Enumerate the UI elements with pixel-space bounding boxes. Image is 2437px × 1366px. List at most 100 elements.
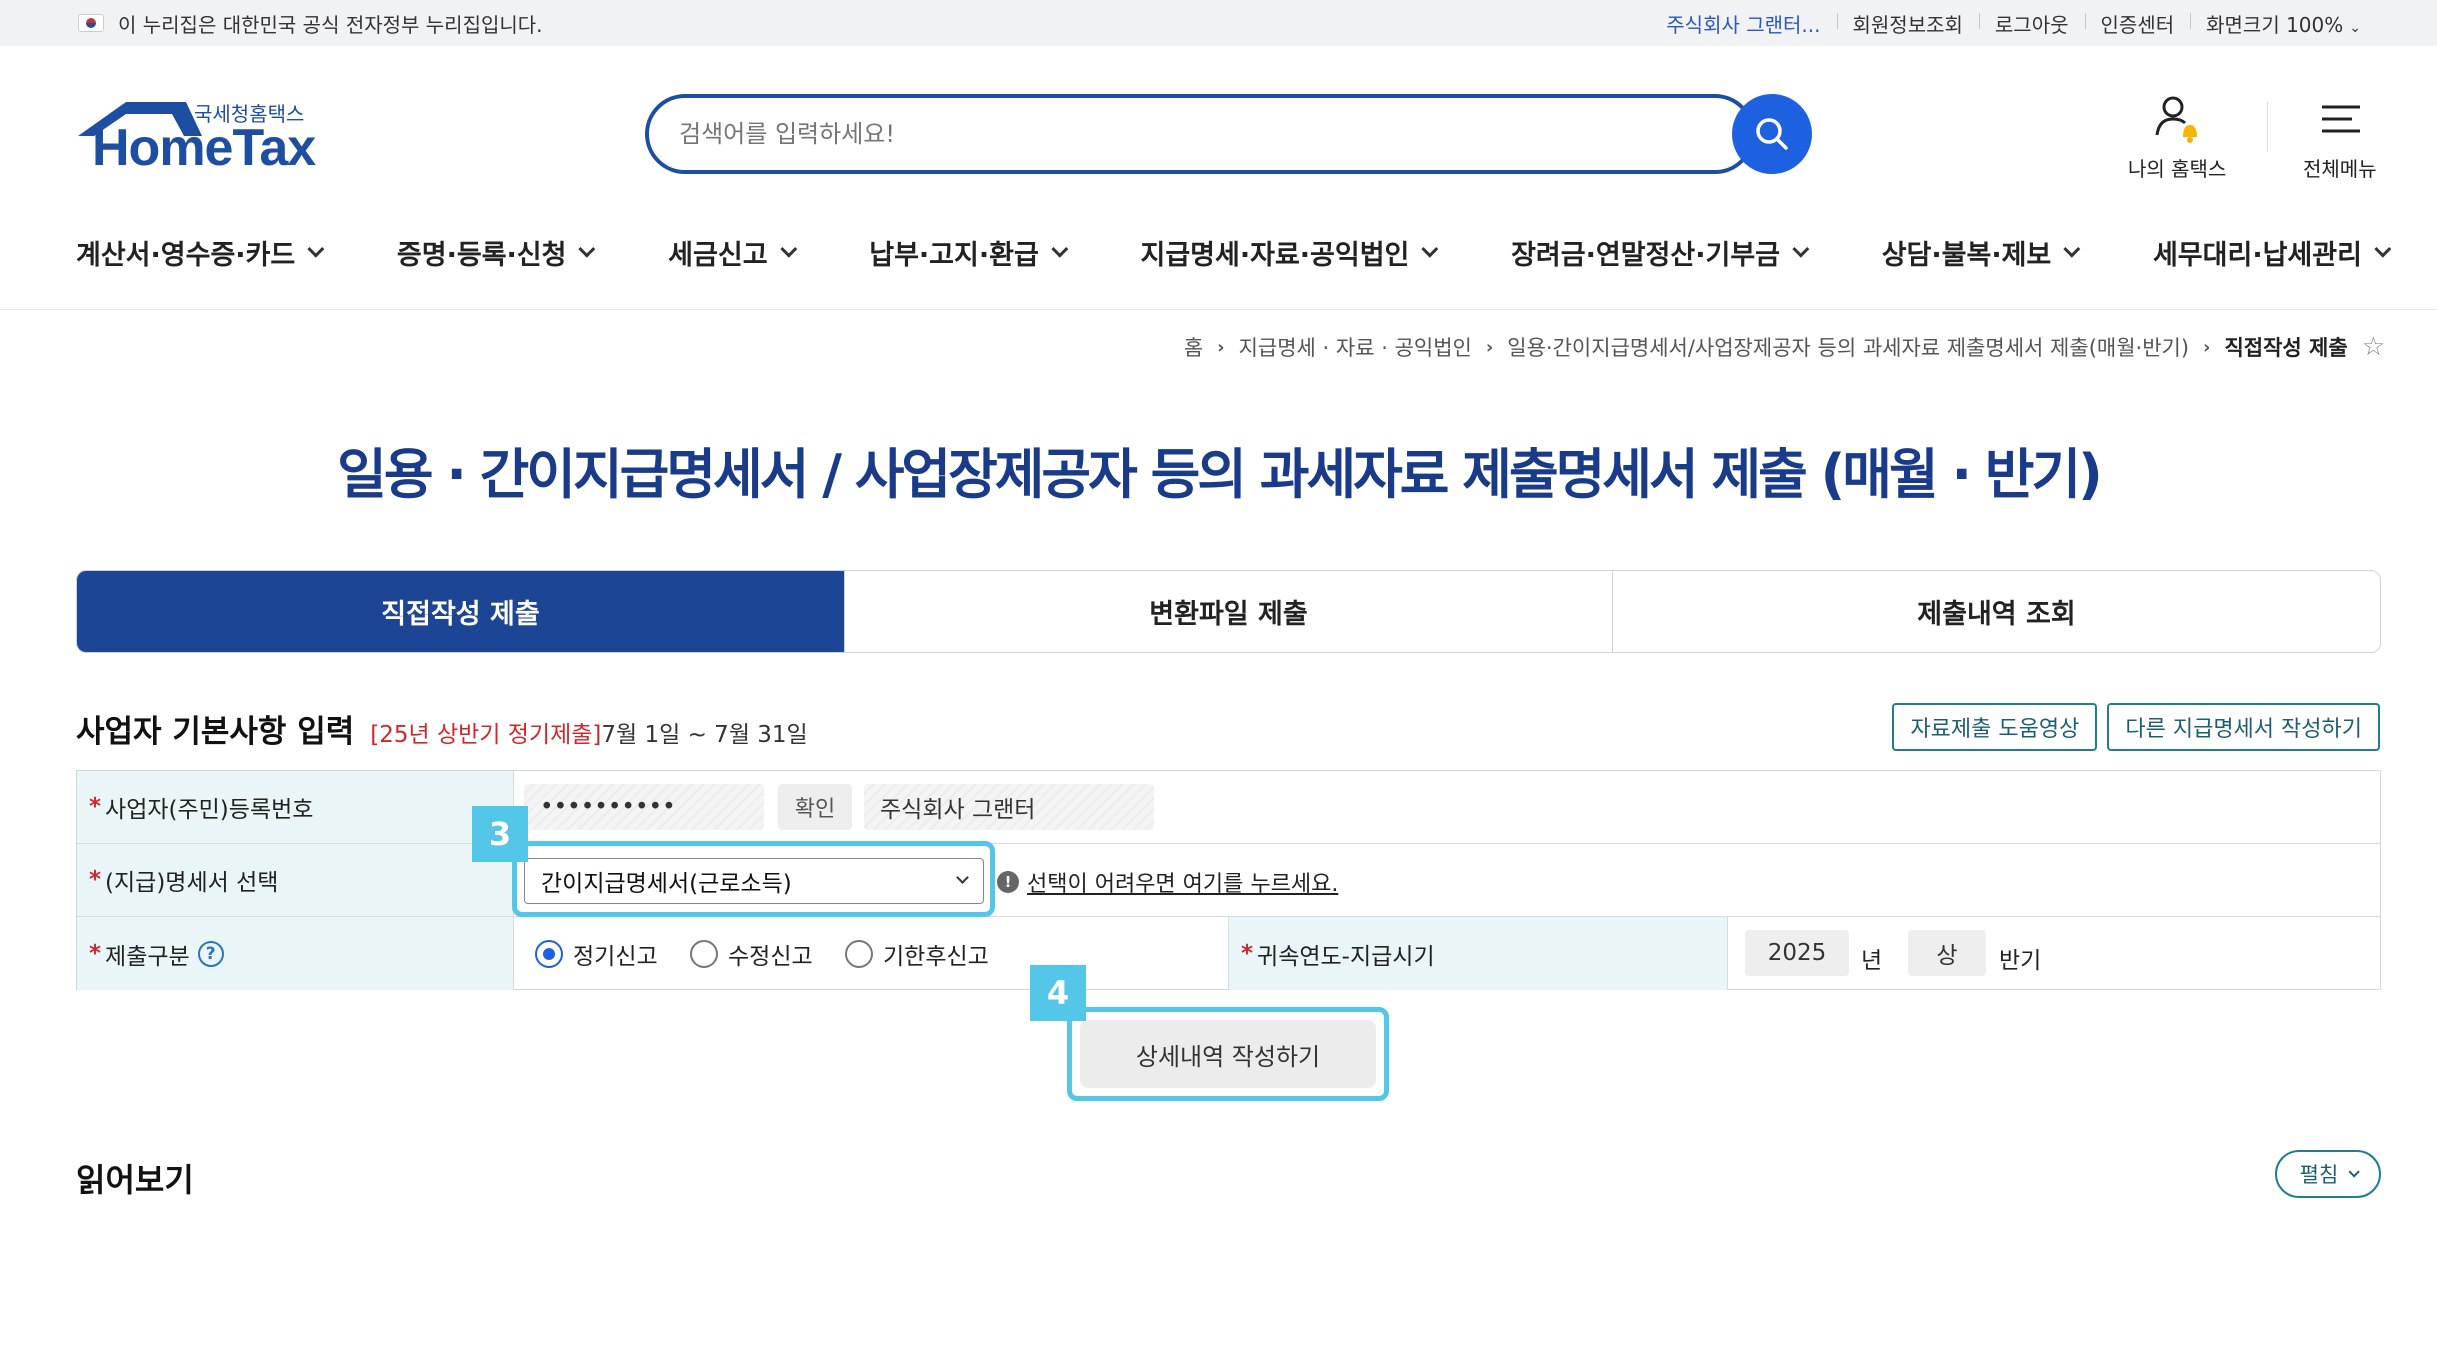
company-name-field: 주식회사 그랜터 — [864, 784, 1154, 830]
year-unit: 년 — [1861, 948, 1883, 974]
confirm-button[interactable]: 확인 — [778, 784, 852, 830]
search-input[interactable] — [679, 98, 1659, 170]
font-size-control[interactable]: 화면크기 100% ⌄ — [2190, 9, 2377, 38]
statement-help-link[interactable]: 선택이 어려우면 여기를 누르세요. — [1027, 866, 1338, 898]
member-info-link[interactable]: 회원정보조회 — [1836, 9, 1979, 38]
logo-wordmark: HomeTax — [92, 119, 316, 177]
radio-label: 기한후신고 — [883, 944, 989, 970]
callout-number-4: 4 — [1030, 965, 1086, 1021]
radio-amended[interactable]: 수정신고 — [690, 937, 813, 971]
chevron-down-icon — [578, 240, 596, 258]
tab-direct-entry[interactable]: 직접작성 제출 — [77, 571, 844, 652]
hometax-logo[interactable]: 국세청홈택스 HomeTax — [76, 96, 316, 206]
callout-number-3: 3 — [472, 806, 528, 862]
chevron-down-icon — [2374, 240, 2392, 258]
statement-label-text: (지급)명세서 선택 — [105, 870, 279, 896]
radio-regular[interactable]: 정기신고 — [535, 937, 658, 971]
search-button[interactable] — [1732, 94, 1812, 174]
radio-unchecked-icon — [845, 940, 873, 968]
chevron-down-icon — [1421, 240, 1439, 258]
company-account-link[interactable]: 주식회사 그랜터... — [1650, 9, 1836, 38]
korea-flag-icon — [78, 14, 104, 32]
nav-payment-refund[interactable]: 납부·고지·환급 — [869, 233, 1069, 272]
nav-label: 납부·고지·환급 — [869, 239, 1039, 271]
form-row-registration: * 사업자(주민)등록번호 •••••••••• 확인 주식회사 그랜터 — [77, 771, 2380, 844]
required-mark: * — [89, 940, 102, 967]
expand-toggle-label: 펼침 — [2299, 1163, 2339, 1187]
chevron-right-icon: › — [1217, 336, 1225, 358]
period-label-text: 귀속연도-지급시기 — [1257, 943, 1435, 970]
nav-tax-filing[interactable]: 세금신고 — [668, 233, 797, 272]
statement-label: * (지급)명세서 선택 — [77, 844, 514, 916]
nav-consult-appeal[interactable]: 상담·불복·제보 — [1881, 233, 2081, 272]
star-favorite-icon[interactable]: ☆ — [2362, 332, 2385, 362]
submission-tabs: 직접작성 제출 변환파일 제출 제출내역 조회 — [76, 570, 2381, 653]
tab-file-conversion[interactable]: 변환파일 제출 — [844, 571, 1612, 652]
breadcrumb-item[interactable]: 지급명세 · 자료 · 공익법인 — [1239, 332, 1472, 362]
radio-label: 수정신고 — [728, 944, 813, 970]
logout-link[interactable]: 로그아웃 — [1978, 9, 2085, 38]
all-menu-button[interactable]: 전체메뉴 — [2303, 91, 2377, 182]
chevron-down-icon — [2348, 1166, 2361, 1178]
statement-hint: ! 선택이 어려우면 여기를 누르세요. — [997, 866, 1338, 898]
section-heading: 사업자 기본사항 입력 [25년 상반기 정기제출]7월 1일 ~ 7월 31일 — [76, 706, 808, 751]
radio-late[interactable]: 기한후신고 — [845, 937, 989, 971]
period-label: * 귀속연도-지급시기 — [1228, 917, 1728, 990]
expand-toggle-button[interactable]: 펼침 — [2275, 1150, 2381, 1198]
callout-highlight-4 — [1067, 1007, 1389, 1101]
gov-notice-text: 이 누리집은 대한민국 공식 전자정부 누리집입니다. — [118, 12, 543, 37]
section-buttons: 자료제출 도움영상 다른 지급명세서 작성하기 — [1892, 703, 2380, 751]
chevron-down-icon: ⌄ — [2349, 19, 2361, 36]
required-mark: * — [89, 794, 102, 820]
tab-submission-history[interactable]: 제출내역 조회 — [1612, 571, 2380, 652]
half-field[interactable]: 상 — [1908, 930, 1986, 976]
required-mark: * — [1241, 940, 1254, 967]
chevron-right-icon: › — [1485, 336, 1494, 358]
nav-label: 계산서·영수증·카드 — [76, 239, 296, 271]
submit-type-label: * 제출구분? — [77, 917, 514, 990]
callout-highlight-3 — [512, 841, 995, 917]
form-row-statement: * (지급)명세서 선택 간이지급명세서(근로소득) ! 선택이 어려우면 여기를… — [77, 844, 2380, 917]
nav-label: 상담·불복·제보 — [1881, 239, 2052, 271]
utility-links: 주식회사 그랜터... 회원정보조회 로그아웃 인증센터 화면크기 100% ⌄ — [1650, 0, 2377, 46]
breadcrumb-home[interactable]: 홈 — [1184, 332, 1203, 362]
nav-label: 지급명세·자료·공익법인 — [1140, 239, 1410, 271]
chevron-down-icon — [1792, 240, 1810, 258]
breadcrumb-item[interactable]: 일용·간이지급명세서/사업장제공자 등의 과세자료 제출명세서 제출(매월·반기… — [1507, 332, 2189, 362]
registration-number-field: •••••••••• — [524, 784, 764, 830]
nav-label: 장려금·연말정산·기부금 — [1511, 239, 1781, 271]
registration-label: * 사업자(주민)등록번호 — [77, 771, 514, 843]
nav-invoice-receipt-card[interactable]: 계산서·영수증·카드 — [76, 233, 325, 272]
user-bell-icon — [2147, 91, 2207, 149]
period-dates: 7월 1일 ~ 7월 31일 — [601, 722, 808, 748]
nav-payment-statement[interactable]: 지급명세·자료·공익법인 — [1140, 233, 1439, 272]
nav-label: 세금신고 — [668, 239, 768, 271]
half-unit: 반기 — [1999, 948, 2042, 974]
cert-center-link[interactable]: 인증센터 — [2084, 9, 2191, 38]
other-statement-button[interactable]: 다른 지급명세서 작성하기 — [2107, 703, 2380, 751]
breadcrumb: 홈 › 지급명세 · 자료 · 공익법인 › 일용·간이지급명세서/사업장제공자… — [1184, 332, 2385, 362]
my-hometax-button[interactable]: 나의 홈택스 — [2128, 91, 2226, 182]
help-question-icon[interactable]: ? — [197, 940, 224, 967]
business-info-form: * 사업자(주민)등록번호 •••••••••• 확인 주식회사 그랜터 * (지급… — [76, 770, 2381, 990]
radio-checked-icon — [535, 940, 563, 968]
section-title: 사업자 기본사항 입력 — [76, 714, 355, 750]
hamburger-menu-icon — [2310, 91, 2370, 149]
chevron-down-icon — [1051, 240, 1069, 258]
nav-incentive-yearend[interactable]: 장려금·연말정산·기부금 — [1511, 233, 1810, 272]
search-box — [645, 94, 1755, 174]
chevron-down-icon — [307, 240, 325, 258]
all-menu-label: 전체메뉴 — [2303, 157, 2377, 181]
submit-type-label-text: 제출구분 — [105, 943, 190, 970]
gov-notice: 이 누리집은 대한민국 공식 전자정부 누리집입니다. — [78, 0, 543, 46]
year-field[interactable]: 2025 — [1745, 930, 1849, 976]
gov-strip: 이 누리집은 대한민국 공식 전자정부 누리집입니다. 주식회사 그랜터... … — [0, 0, 2437, 46]
help-video-button[interactable]: 자료제출 도움영상 — [1892, 703, 2098, 751]
nav-certificate-registration[interactable]: 증명·등록·신청 — [397, 233, 596, 272]
nav-tax-agent[interactable]: 세무대리·납세관리 — [2152, 233, 2392, 272]
page-title: 일용 · 간이지급명세서 / 사업장제공자 등의 과세자료 제출명세서 제출 (… — [337, 443, 2103, 506]
chevron-down-icon — [779, 240, 797, 258]
breadcrumb-current: 직접작성 제출 — [2224, 336, 2348, 360]
nav-label: 세무대리·납세관리 — [2152, 239, 2362, 271]
radio-unchecked-icon — [690, 940, 718, 968]
